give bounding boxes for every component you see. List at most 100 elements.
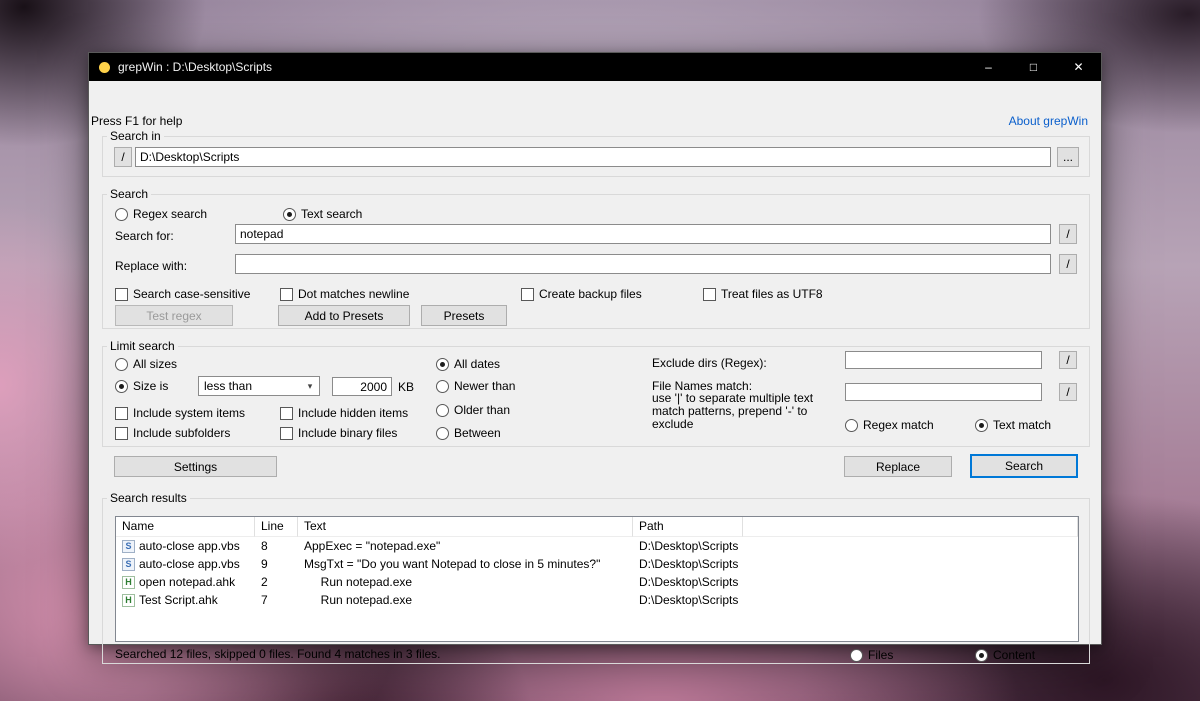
vbs-file-icon: S	[122, 558, 135, 571]
checkbox-icon	[703, 288, 716, 301]
all-sizes-radio[interactable]: All sizes	[115, 357, 177, 371]
file-names-match-input[interactable]	[845, 383, 1042, 401]
regex-match-radio[interactable]: Regex match	[845, 418, 934, 432]
text-search-radio-label: Text search	[301, 207, 362, 221]
result-name: auto-close app.vbs	[139, 537, 240, 555]
result-line: 9	[255, 555, 298, 573]
older-than-label: Older than	[454, 403, 510, 417]
include-binary-label: Include binary files	[298, 426, 397, 440]
include-system-checkbox[interactable]: Include system items	[115, 406, 245, 420]
results-listview[interactable]: Name Line Text Path S auto-close app.vbs…	[115, 516, 1079, 642]
search-in-group: Search in / ...	[102, 136, 1090, 177]
presets-button[interactable]: Presets	[421, 305, 507, 326]
radio-icon	[436, 404, 449, 417]
result-name: open notepad.ahk	[139, 573, 235, 591]
result-name: Test Script.ahk	[139, 591, 218, 609]
window-title: grepWin : D:\Desktop\Scripts	[118, 60, 272, 74]
help-hint: Press F1 for help	[91, 114, 182, 128]
between-label: Between	[454, 426, 501, 440]
radio-icon	[850, 649, 863, 662]
show-files-label: Files	[868, 648, 893, 662]
minimize-icon: –	[985, 60, 992, 74]
browse-folder-button[interactable]: ...	[1057, 147, 1079, 167]
include-subfolders-checkbox[interactable]: Include subfolders	[115, 426, 230, 440]
result-path: D:\Desktop\Scripts	[633, 573, 743, 591]
radio-icon	[115, 208, 128, 221]
result-row[interactable]: H open notepad.ahk 2 Run notepad.exe D:\…	[116, 573, 1078, 591]
include-hidden-label: Include hidden items	[298, 406, 408, 420]
hint-line-3: exclude	[652, 418, 844, 431]
dot-matches-newline-checkbox[interactable]: Dot matches newline	[280, 287, 409, 301]
utf8-label: Treat files as UTF8	[721, 287, 823, 301]
result-row[interactable]: S auto-close app.vbs 8 AppExec = "notepa…	[116, 537, 1078, 555]
file-names-regex-helper-button[interactable]: /	[1059, 383, 1077, 401]
radio-icon	[283, 208, 296, 221]
text-search-radio[interactable]: Text search	[283, 207, 362, 221]
size-value-input[interactable]	[332, 377, 392, 396]
older-than-radio[interactable]: Older than	[436, 403, 510, 417]
checkbox-icon	[280, 288, 293, 301]
replace-with-label: Replace with:	[115, 259, 187, 273]
file-names-hint: use '|' to separate multiple text match …	[652, 392, 844, 431]
size-compare-dropdown[interactable]: less than ▾	[198, 376, 320, 396]
show-files-radio[interactable]: Files	[850, 648, 893, 662]
result-row[interactable]: H Test Script.ahk 7 Run notepad.exe D:\D…	[116, 591, 1078, 609]
radio-icon	[436, 427, 449, 440]
newer-than-radio[interactable]: Newer than	[436, 379, 515, 393]
limit-search-group: Limit search All sizes Size is less than…	[102, 346, 1090, 447]
results-header-row[interactable]: Name Line Text Path	[116, 517, 1078, 537]
checkbox-icon	[280, 407, 293, 420]
test-regex-button: Test regex	[115, 305, 233, 326]
exclude-dirs-regex-helper-button[interactable]: /	[1059, 351, 1077, 369]
show-content-radio[interactable]: Content	[975, 648, 1035, 662]
title-bar[interactable]: grepWin : D:\Desktop\Scripts – □ ✕	[89, 53, 1101, 81]
search-group: Search Regex search Text search Search f…	[102, 194, 1090, 329]
column-header-name[interactable]: Name	[116, 517, 255, 537]
between-radio[interactable]: Between	[436, 426, 501, 440]
result-path: D:\Desktop\Scripts	[633, 537, 743, 555]
radio-icon	[115, 358, 128, 371]
include-binary-checkbox[interactable]: Include binary files	[280, 426, 397, 440]
search-results-group-label: Search results	[107, 491, 190, 505]
size-is-radio[interactable]: Size is	[115, 379, 168, 393]
radio-icon	[975, 419, 988, 432]
column-header-path[interactable]: Path	[633, 517, 743, 537]
result-path: D:\Desktop\Scripts	[633, 591, 743, 609]
search-in-group-label: Search in	[107, 129, 164, 143]
checkbox-icon	[280, 427, 293, 440]
case-sensitive-label: Search case-sensitive	[133, 287, 250, 301]
text-match-radio[interactable]: Text match	[975, 418, 1051, 432]
search-group-label: Search	[107, 187, 151, 201]
maximize-button[interactable]: □	[1011, 53, 1056, 81]
replace-with-input[interactable]	[235, 254, 1051, 274]
case-sensitive-checkbox[interactable]: Search case-sensitive	[115, 287, 250, 301]
search-for-regex-helper-button[interactable]: /	[1059, 224, 1077, 244]
replace-with-regex-helper-button[interactable]: /	[1059, 254, 1077, 274]
settings-button[interactable]: Settings	[114, 456, 277, 477]
search-in-regex-helper-button[interactable]: /	[114, 147, 132, 167]
show-content-label: Content	[993, 648, 1035, 662]
search-for-input[interactable]	[235, 224, 1051, 244]
search-status-text: Searched 12 files, skipped 0 files. Foun…	[115, 647, 441, 661]
all-dates-radio[interactable]: All dates	[436, 357, 500, 371]
checkbox-icon	[115, 427, 128, 440]
radio-icon	[975, 649, 988, 662]
column-header-text[interactable]: Text	[298, 517, 633, 537]
result-row[interactable]: S auto-close app.vbs 9 MsgTxt = "Do you …	[116, 555, 1078, 573]
about-grepwin-link[interactable]: About grepWin	[1009, 114, 1088, 128]
search-button[interactable]: Search	[970, 454, 1078, 478]
regex-search-radio[interactable]: Regex search	[115, 207, 207, 221]
utf8-checkbox[interactable]: Treat files as UTF8	[703, 287, 823, 301]
column-header-line[interactable]: Line	[255, 517, 298, 537]
create-backup-checkbox[interactable]: Create backup files	[521, 287, 642, 301]
result-name: auto-close app.vbs	[139, 555, 240, 573]
close-button[interactable]: ✕	[1056, 53, 1101, 81]
replace-button[interactable]: Replace	[844, 456, 952, 477]
include-system-label: Include system items	[133, 406, 245, 420]
exclude-dirs-input[interactable]	[845, 351, 1042, 369]
minimize-button[interactable]: –	[966, 53, 1011, 81]
ahk-file-icon: H	[122, 594, 135, 607]
add-to-presets-button[interactable]: Add to Presets	[278, 305, 410, 326]
search-path-input[interactable]	[135, 147, 1051, 167]
include-hidden-checkbox[interactable]: Include hidden items	[280, 406, 408, 420]
